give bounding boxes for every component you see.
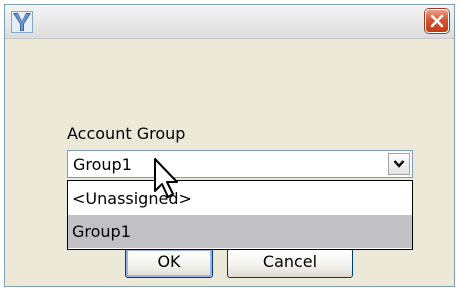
account-group-selected-value: Group1 — [73, 155, 132, 174]
account-group-dialog: Account Group Group1 OK Cancel <Unassign… — [4, 4, 455, 287]
account-group-combobox[interactable]: Group1 — [67, 150, 413, 178]
close-x-icon — [430, 14, 444, 28]
account-group-label: Account Group — [67, 124, 186, 143]
chevron-down-icon — [393, 160, 405, 168]
ok-button[interactable]: OK — [125, 248, 213, 278]
close-button[interactable] — [425, 9, 449, 33]
y-logo-icon — [11, 11, 33, 33]
account-group-dropdown-list: <Unassigned> Group1 — [67, 180, 413, 250]
title-bar[interactable] — [5, 5, 454, 39]
dropdown-arrow-button[interactable] — [388, 153, 410, 175]
cancel-button[interactable]: Cancel — [227, 248, 353, 278]
list-item-unassigned[interactable]: <Unassigned> — [68, 182, 412, 215]
list-item-group1[interactable]: Group1 — [68, 215, 412, 248]
